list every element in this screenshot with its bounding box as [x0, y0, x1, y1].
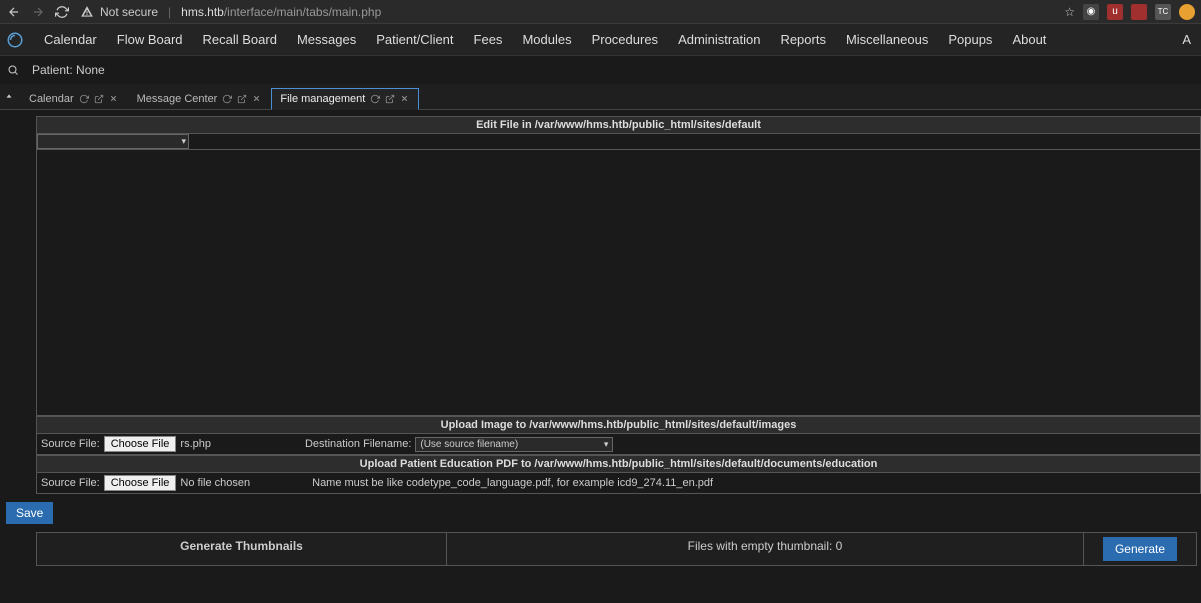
tab-message-center[interactable]: Message Center — [128, 88, 272, 109]
tab-file-management[interactable]: File management — [271, 88, 419, 110]
upload-pdf-row: Source File: Choose File No file chosen … — [36, 473, 1201, 494]
warning-icon — [80, 5, 94, 19]
close-icon[interactable] — [252, 94, 262, 104]
back-icon[interactable] — [6, 4, 22, 20]
profile-icon[interactable] — [1179, 4, 1195, 20]
popout-icon[interactable] — [94, 94, 104, 104]
browser-chrome: Not secure | hms.htb/interface/main/tabs… — [0, 0, 1201, 24]
nav-item-popups[interactable]: Popups — [938, 24, 1002, 55]
dest-filename-label: Destination Filename: — [305, 438, 411, 450]
patient-bar: Patient: None — [0, 56, 1201, 84]
nav-item-procedures[interactable]: Procedures — [582, 24, 668, 55]
choose-file-button-1[interactable]: Choose File — [104, 436, 177, 452]
patient-label: Patient: None — [32, 63, 105, 77]
nav-item-calendar[interactable]: Calendar — [34, 24, 107, 55]
browser-extensions: ☆ ◉ u TC — [1064, 4, 1195, 20]
popout-icon[interactable] — [237, 94, 247, 104]
thumbnail-row: Generate Thumbnails Files with empty thu… — [36, 532, 1197, 566]
generate-button[interactable]: Generate — [1103, 537, 1177, 561]
popout-icon[interactable] — [385, 94, 395, 104]
caret-up-icon[interactable] — [4, 91, 18, 105]
upload-image-header: Upload Image to /var/www/hms.htb/public_… — [36, 416, 1201, 434]
dest-filename-select[interactable]: (Use source filename) — [415, 437, 613, 452]
nav-item-administration[interactable]: Administration — [668, 24, 770, 55]
source-file-label-2: Source File: — [41, 477, 100, 489]
close-icon[interactable] — [109, 94, 119, 104]
nav-item-fees[interactable]: Fees — [464, 24, 513, 55]
tab-calendar[interactable]: Calendar — [20, 88, 128, 109]
ext-icon-3[interactable] — [1131, 4, 1147, 20]
file-select-row — [36, 134, 1201, 150]
nav-items: CalendarFlow BoardRecall BoardMessagesPa… — [34, 24, 1056, 55]
top-nav: CalendarFlow BoardRecall BoardMessagesPa… — [0, 24, 1201, 56]
tab-label: Calendar — [29, 93, 74, 105]
chosen-file-2: No file chosen — [180, 477, 250, 489]
nav-item-recall-board[interactable]: Recall Board — [193, 24, 287, 55]
nav-item-flow-board[interactable]: Flow Board — [107, 24, 193, 55]
tab-label: File management — [280, 93, 365, 105]
ext-icon-4[interactable]: TC — [1155, 4, 1171, 20]
nav-item-messages[interactable]: Messages — [287, 24, 366, 55]
choose-file-button-2[interactable]: Choose File — [104, 475, 177, 491]
refresh-icon[interactable] — [79, 94, 89, 104]
save-button[interactable]: Save — [6, 502, 53, 524]
nav-item-patient-client[interactable]: Patient/Client — [366, 24, 463, 55]
editor-textarea[interactable] — [36, 150, 1201, 416]
chosen-file-1: rs.php — [180, 438, 211, 450]
empty-thumbnail-count: Files with empty thumbnail: 0 — [447, 533, 1084, 565]
nav-item-miscellaneous[interactable]: Miscellaneous — [836, 24, 938, 55]
refresh-icon[interactable] — [222, 94, 232, 104]
star-icon[interactable]: ☆ — [1064, 5, 1075, 19]
close-icon[interactable] — [400, 94, 410, 104]
generate-cell: Generate — [1084, 533, 1196, 565]
refresh-icon[interactable] — [370, 94, 380, 104]
app-logo-icon[interactable] — [6, 31, 24, 49]
pdf-name-note: Name must be like codetype_code_language… — [312, 477, 713, 489]
upload-pdf-header: Upload Patient Education PDF to /var/www… — [36, 455, 1201, 473]
upload-image-row: Source File: Choose File rs.php Destinat… — [36, 434, 1201, 455]
save-row: Save — [6, 494, 1201, 532]
url-path: /interface/main/tabs/main.php — [224, 5, 381, 19]
tab-label: Message Center — [137, 93, 218, 105]
url-bar[interactable]: hms.htb/interface/main/tabs/main.php — [181, 5, 381, 19]
reload-icon[interactable] — [54, 4, 70, 20]
edit-file-header: Edit File in /var/www/hms.htb/public_htm… — [36, 116, 1201, 134]
file-select-dropdown[interactable] — [37, 134, 189, 149]
nav-right-fragment: A — [1182, 32, 1195, 47]
dest-filename-block: Destination Filename: (Use source filena… — [305, 437, 613, 452]
generate-thumbnails-label: Generate Thumbnails — [37, 533, 447, 565]
ext-icon-2[interactable]: u — [1107, 4, 1123, 20]
search-icon[interactable] — [4, 61, 22, 79]
main-content: Edit File in /var/www/hms.htb/public_htm… — [0, 110, 1201, 572]
ext-icon-1[interactable]: ◉ — [1083, 4, 1099, 20]
url-host: hms.htb — [181, 5, 224, 19]
nav-item-about[interactable]: About — [1002, 24, 1056, 55]
nav-item-reports[interactable]: Reports — [770, 24, 836, 55]
security-badge[interactable]: Not secure — [80, 5, 158, 19]
nav-item-modules[interactable]: Modules — [512, 24, 581, 55]
browser-nav-buttons — [6, 4, 70, 20]
not-secure-label: Not secure — [100, 5, 158, 19]
source-file-label-1: Source File: — [41, 438, 100, 450]
sub-tabs: Calendar Message Center File management — [0, 84, 1201, 110]
forward-icon[interactable] — [30, 4, 46, 20]
